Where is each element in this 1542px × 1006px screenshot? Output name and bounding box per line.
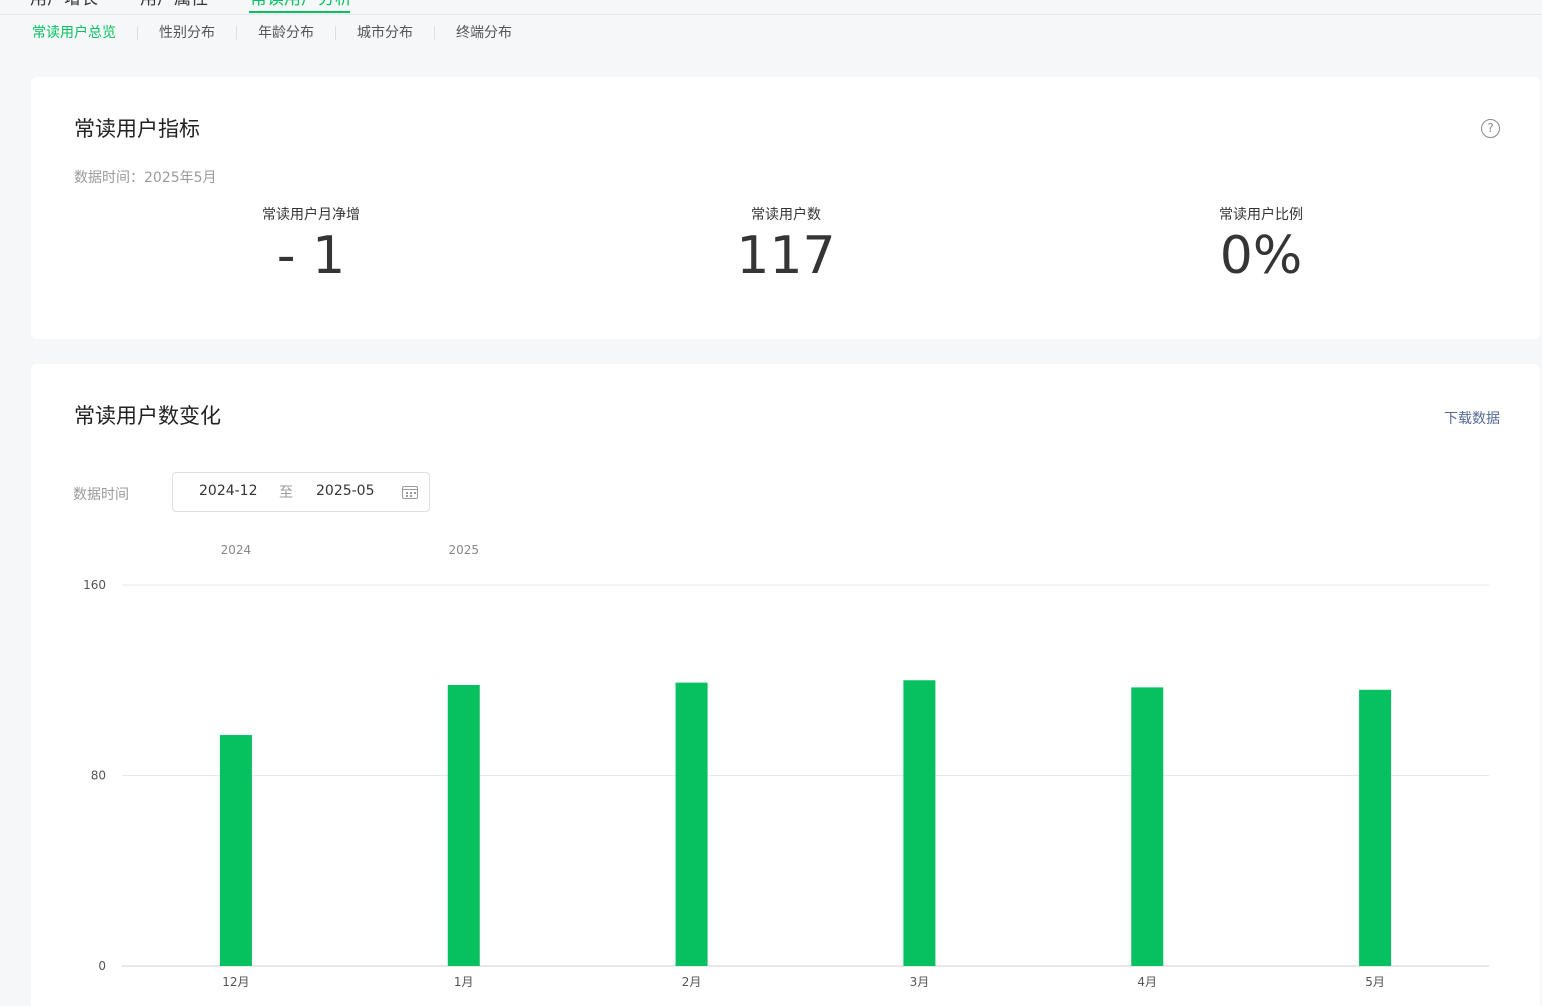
metric-value: 0% (1219, 226, 1303, 286)
metric-frequent-users: 常读用户数 117 (626, 205, 946, 287)
frequent-users-bar-chart: 0 80 160 12月 1月 2月 3月 4月 5月 2024 2025 (83, 543, 1489, 989)
y-tick-label: 160 (83, 578, 106, 592)
bar-0 (219, 735, 252, 966)
x-tick-label: 1月 (454, 975, 474, 989)
subtab-age[interactable]: 年龄分布 (258, 22, 314, 44)
y-tick-label: 0 (98, 959, 106, 973)
tab-user-attributes[interactable]: 用户属性 (140, 0, 208, 9)
data-time-label: 数据时间：2025年5月 (74, 170, 217, 186)
x-tick-label: 4月 (1137, 975, 1157, 989)
bar-2 (675, 682, 708, 966)
tab-frequent-readers[interactable]: 常读用户分析 (250, 0, 352, 9)
metric-value: 117 (736, 226, 836, 286)
metric-frequent-ratio: 常读用户比例 0% (1101, 205, 1421, 287)
trend-card: 常读用户数变化 下载数据 数据时间 2024-12 至 2025-05 0 80 1… (31, 364, 1540, 1006)
metric-label: 常读用户数 (751, 207, 821, 223)
metric-label: 常读用户比例 (1219, 207, 1303, 223)
metrics-card: 常读用户指标 ? 数据时间：2025年5月 常读用户月净增 - 1 常读用户数 … (31, 77, 1540, 339)
x-tick-label: 12月 (222, 975, 249, 989)
subtab-city[interactable]: 城市分布 (357, 22, 413, 44)
subtab-overview[interactable]: 常读用户总览 (32, 22, 116, 44)
bar-3 (903, 680, 936, 966)
subtab-device[interactable]: 终端分布 (456, 22, 512, 44)
subtab-divider (434, 26, 435, 40)
subtab-divider (335, 26, 336, 40)
metrics-card-title: 常读用户指标 (74, 117, 200, 141)
top-tab-bar: 用户增长 用户属性 常读用户分析 (0, 0, 1542, 15)
bar-1 (447, 685, 480, 966)
x-tick-label: 2月 (682, 975, 702, 989)
bar-4 (1131, 687, 1164, 966)
active-tab-indicator (249, 11, 350, 13)
sub-tab-bar: 常读用户总览 性别分布 年龄分布 城市分布 终端分布 (32, 22, 512, 44)
year-label: 2024 (221, 543, 252, 557)
tab-user-growth[interactable]: 用户增长 (30, 0, 98, 9)
subtab-divider (236, 26, 237, 40)
y-tick-label: 80 (91, 769, 106, 783)
bar-5 (1359, 689, 1392, 966)
metric-value: - 1 (276, 226, 346, 286)
question-circle-icon[interactable]: ? (1481, 119, 1500, 138)
x-tick-label: 5月 (1365, 975, 1385, 989)
subtab-gender[interactable]: 性别分布 (159, 22, 215, 44)
metric-label: 常读用户月净增 (262, 207, 360, 223)
x-tick-label: 3月 (910, 975, 930, 989)
metric-net-growth: 常读用户月净增 - 1 (151, 205, 471, 287)
subtab-divider (137, 26, 138, 40)
year-label: 2025 (448, 543, 479, 557)
